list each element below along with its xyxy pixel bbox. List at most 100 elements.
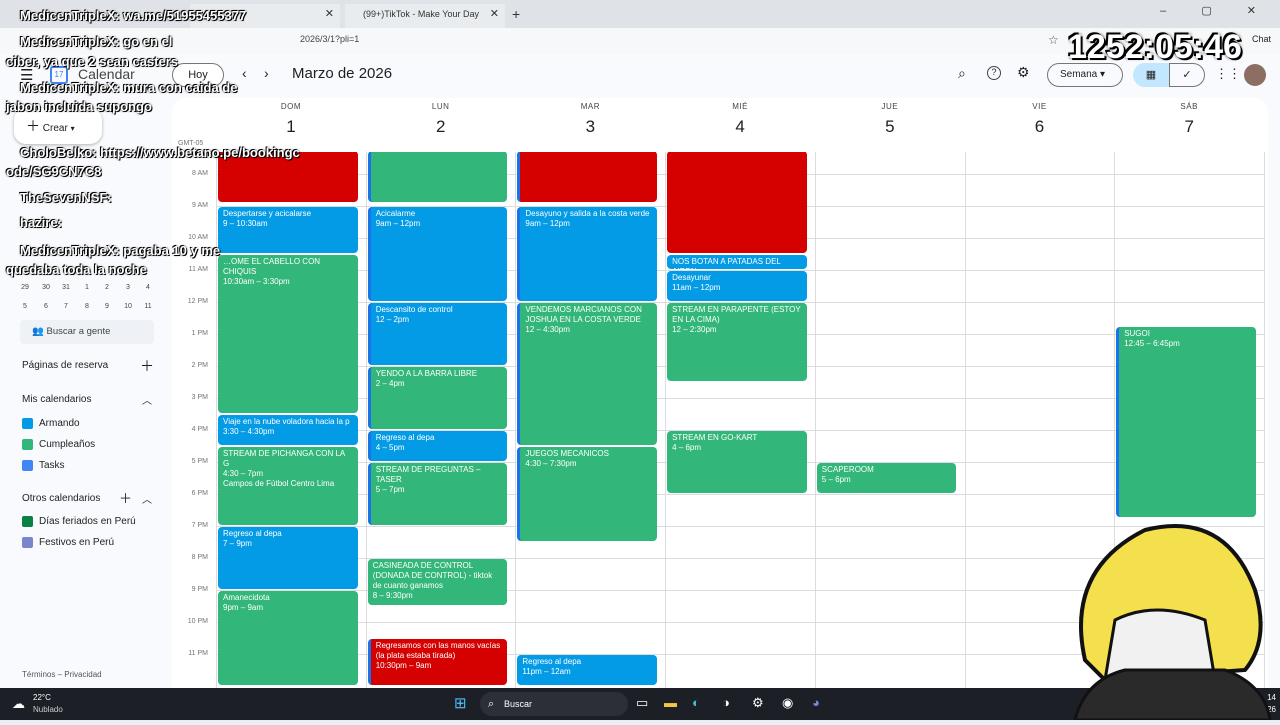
mini-day[interactable]: 30 (36, 284, 56, 291)
mini-day[interactable]: 11 (138, 303, 158, 310)
calendar-event[interactable]: Amanecidota 9pm – 9am (218, 591, 358, 686)
prev-week-icon[interactable]: ‹ (242, 65, 247, 81)
new-tab-button[interactable]: + (508, 4, 528, 28)
calendar-event[interactable]: STREAM EN PARAPENTE (ESTOY EN LA CIMA) 12… (667, 303, 807, 382)
calendar-event[interactable]: Regreso al depa 4 – 5pm (367, 431, 508, 462)
calendar-event[interactable] (667, 152, 807, 254)
calendar-event[interactable]: …OME EL CABELLO CON CHIQUIS 10:30am – 3:3… (218, 255, 358, 414)
mini-day[interactable]: 2 (97, 284, 117, 291)
calendar-event[interactable]: Descansito de control 12 – 2pm (367, 303, 508, 366)
avatar[interactable] (1244, 64, 1266, 86)
calendar-event[interactable]: Viaje en la nube voladora hacia la p 3:30… (218, 415, 358, 446)
mini-day[interactable]: 1 (77, 284, 97, 291)
next-week-icon[interactable]: › (264, 65, 269, 81)
help-icon[interactable]: ? (987, 66, 1001, 80)
close-icon[interactable]: ✕ (325, 4, 334, 24)
calendar-event[interactable] (517, 152, 658, 203)
mini-day[interactable]: 4 (138, 284, 158, 291)
window-controls[interactable]: – ▢ ✕ (1160, 4, 1272, 17)
day-name: VIE (1032, 102, 1047, 111)
edge-icon[interactable]: ◐ (692, 695, 700, 710)
mini-day[interactable]: 29 (15, 284, 35, 291)
app-icon[interactable]: ◉ (782, 695, 793, 711)
calendar-event[interactable]: SUGOI 12:45 – 6:45pm (1116, 327, 1256, 518)
day-number[interactable]: 5 (815, 117, 965, 137)
calendar-event[interactable]: Desayunar 11am – 12pm (667, 271, 807, 302)
add-calendar-icon[interactable]: ＋ (119, 488, 132, 507)
day-header[interactable]: MIÉ 4 (665, 102, 815, 137)
day-header[interactable]: SÁB 7 (1114, 102, 1264, 137)
chevron-up-icon[interactable]: ︿ (142, 392, 152, 407)
day-number[interactable]: 2 (366, 117, 516, 137)
chat-message: MedicenTripleX: mura con caida de (20, 80, 238, 95)
calendar-event[interactable]: CASINEADA DE CONTROL (DONADA DE CONTROL)… (367, 559, 508, 606)
chevron-up-icon[interactable]: ︿ (142, 491, 152, 506)
day-header[interactable]: DOM 1 (216, 102, 366, 137)
calendar-event[interactable]: YENDO A LA BARRA LIBRE 2 – 4pm (367, 367, 508, 430)
day-header[interactable]: MAR 3 (515, 102, 665, 137)
calendar-item-cumpleanos[interactable]: Cumpleaños (22, 439, 95, 453)
calendar-event[interactable]: STREAM EN GO-KART 4 – 6pm (667, 431, 807, 494)
mini-day[interactable]: 3 (118, 284, 138, 291)
footer-links[interactable]: Términos – Privacidad (22, 670, 102, 679)
chat-label[interactable]: Chat (1252, 34, 1271, 44)
calendar-item-armando[interactable]: Armando (22, 418, 80, 432)
calendar-event[interactable]: Regresamos con las manos vacías (la plat… (367, 639, 508, 686)
settings-icon[interactable]: ⚙ (752, 695, 764, 711)
task-view-icon[interactable]: ▭ (636, 695, 648, 711)
calendar-event[interactable] (367, 152, 508, 203)
day-number[interactable]: 4 (665, 117, 815, 137)
my-calendars-label[interactable]: Mis calendarios (22, 394, 91, 405)
calendar-event[interactable]: Regreso al depa 11pm – 12am (517, 655, 658, 686)
calendar-event[interactable]: STREAM DE PREGUNTAS – TASER 5 – 7pm (367, 463, 508, 526)
mini-day[interactable]: 9 (97, 303, 117, 310)
checkbox-icon[interactable] (22, 516, 33, 527)
checkbox-icon[interactable] (22, 460, 33, 471)
checkbox-icon[interactable] (22, 418, 33, 429)
calendar-event[interactable]: SCAPEROOM 5 – 6pm (816, 463, 957, 494)
url-text[interactable]: 2026/3/1?pli=1 (300, 34, 359, 44)
checkbox-icon[interactable] (22, 537, 33, 548)
app-icon[interactable]: ◑ (722, 695, 730, 710)
calendar-item-feriados[interactable]: Días feriados en Perú (22, 516, 136, 530)
day-number[interactable]: 7 (1114, 117, 1264, 137)
mini-day[interactable]: 5 (15, 303, 35, 310)
add-booking-icon[interactable]: ＋ (140, 356, 154, 376)
calendar-event[interactable]: JUEGOS MECANICOS 4:30 – 7:30pm (517, 447, 658, 542)
mini-day[interactable]: 8 (77, 303, 97, 310)
day-number[interactable]: 3 (515, 117, 665, 137)
file-explorer-icon[interactable]: ▬ (664, 695, 677, 710)
search-people-input[interactable]: 👥 Buscar a gente (20, 320, 154, 344)
gear-icon[interactable]: ⚙ (1017, 64, 1030, 81)
star-icon[interactable]: ☆ (1048, 33, 1059, 47)
mini-day[interactable]: 31 (56, 284, 76, 291)
calendar-item-tasks[interactable]: Tasks (22, 460, 65, 474)
calendar-event[interactable]: VENDEMOS MARCIANOS CON JOSHUA EN LA COST… (517, 303, 658, 446)
calendar-event[interactable]: Despertarse y acicalarse 9 – 10:30am (218, 207, 358, 254)
day-header[interactable]: VIE 6 (965, 102, 1115, 137)
day-number[interactable]: 6 (965, 117, 1115, 137)
windows-start-icon[interactable]: ⊞ (454, 694, 467, 712)
discord-icon[interactable]: ◕ (812, 695, 820, 710)
taskbar-search-input[interactable]: ⌕ Buscar (480, 692, 628, 716)
apps-grid-icon[interactable]: ⋮⋮ (1215, 66, 1241, 82)
search-icon[interactable]: ⌕ (958, 65, 966, 82)
mini-day[interactable]: 10 (118, 303, 138, 310)
weather-temp[interactable]: 22°C (33, 693, 51, 702)
other-calendars-label[interactable]: Otros calendarios (22, 493, 100, 504)
calendar-event[interactable]: STREAM DE PICHANGA CON LA G 4:30 – 7pm Cam… (218, 447, 358, 526)
calendar-event[interactable]: Acicalarme 9am – 12pm (367, 207, 508, 302)
calendar-event[interactable]: Regreso al depa 7 – 9pm (218, 527, 358, 590)
checkbox-icon[interactable] (22, 439, 33, 450)
mini-day[interactable]: 6 (36, 303, 56, 310)
day-header[interactable]: JUE 5 (815, 102, 965, 137)
event-title: Desayunar (672, 273, 711, 283)
mini-day[interactable]: 7 (56, 303, 76, 310)
calendar-event[interactable]: Desayuno y salida a la costa verde 9am – … (517, 207, 658, 302)
browser-tab[interactable]: (99+)TikTok - Make Your Day ✕ (345, 4, 505, 28)
day-header[interactable]: LUN 2 (366, 102, 516, 137)
calendar-event[interactable]: NOS BOTAN A PATADAS DEL AIRBN (667, 255, 807, 270)
calendar-item-festivos[interactable]: Festivos en Perú (22, 537, 114, 551)
day-number[interactable]: 1 (216, 117, 366, 137)
close-icon[interactable]: ✕ (490, 4, 499, 24)
